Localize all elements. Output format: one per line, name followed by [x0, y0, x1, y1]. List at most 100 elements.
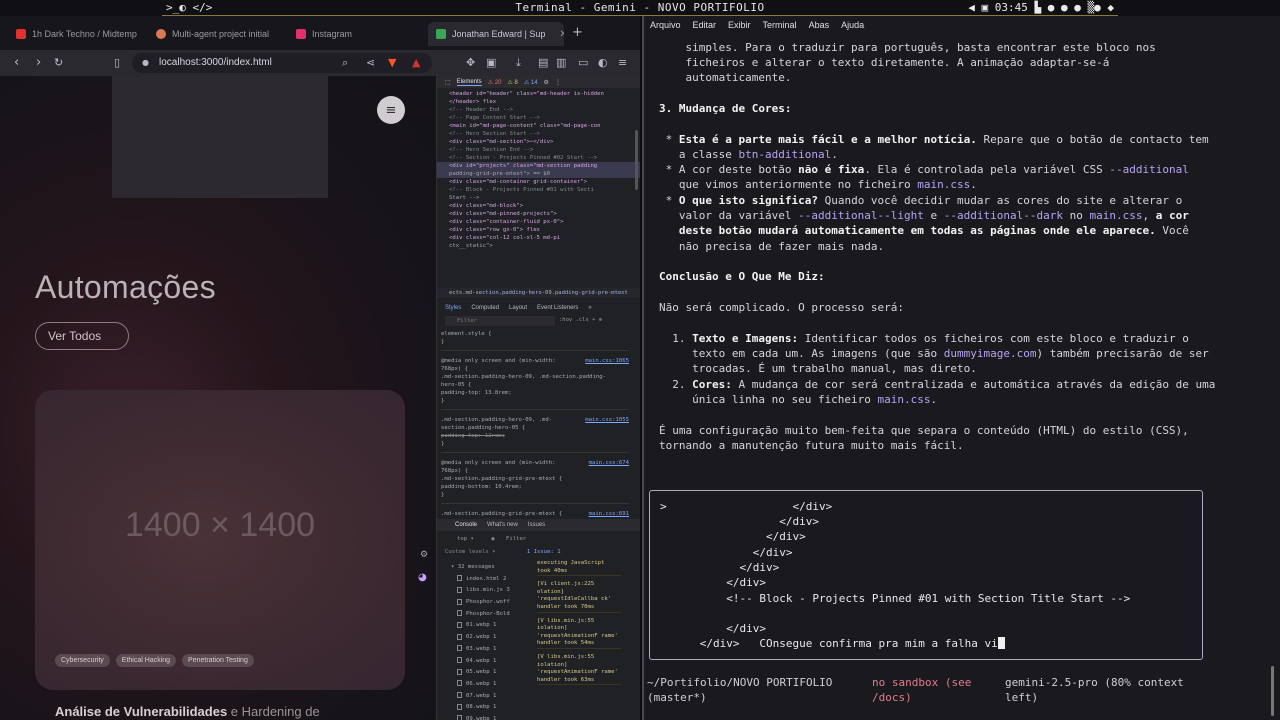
console-filter-input[interactable]: Filter — [506, 536, 526, 542]
prompt-input-line[interactable]: <!-- Block - Projects Pinned #01 with Se… — [660, 591, 1130, 606]
tab-elements[interactable]: Elements — [456, 79, 482, 86]
download-icon[interactable]: ⤓ — [516, 56, 521, 70]
dom-node-line[interactable]: <div class="md-pinned-projects"> — [437, 210, 640, 218]
warning-count-badge[interactable]: ⚠ 8 — [507, 79, 517, 86]
styles-filter-input[interactable]: Filter — [445, 316, 555, 326]
console-sidebar[interactable]: ▾ 32 messages index.html 2 libs.min.js 3 Ph… — [451, 562, 535, 720]
prompt-input-line[interactable]: </div> — [660, 545, 793, 560]
console-file-item[interactable]: 03.webp 1 — [451, 644, 535, 656]
rewards-icon[interactable]: ▲ — [412, 56, 420, 69]
dom-node-line[interactable]: ctx__static"> — [437, 242, 640, 250]
info-count-badge[interactable]: ⚠ 14 — [524, 79, 538, 86]
console-file-item[interactable]: libs.min.js 3 — [451, 585, 535, 597]
screenshot-icon[interactable]: ▣ — [486, 56, 496, 69]
dom-node-line[interactable]: <div class="md-section">⋯</div> — [437, 138, 640, 146]
browser-tab-instagram[interactable]: Instagram — [288, 22, 422, 46]
forward-icon[interactable]: › — [36, 55, 41, 70]
close-tab-icon[interactable]: ✕ — [559, 29, 564, 40]
messages-count[interactable]: ▾ 32 messages — [451, 562, 535, 574]
error-count-badge[interactable]: ⚠ 20 — [488, 79, 502, 86]
sidebar-toggle-icon[interactable]: ▥ — [556, 56, 566, 69]
wallet-icon[interactable]: ▤ — [538, 56, 548, 69]
styles-filter-tools[interactable]: :hov .cls + ⊕ — [559, 317, 602, 323]
console-file-item[interactable]: 01.webp 1 — [451, 620, 535, 632]
browser-tab-active[interactable]: Jonathan Edward | Sup ✕ — [428, 22, 564, 46]
more-options-icon[interactable]: ⋮ — [555, 79, 561, 86]
devtools-side-icon[interactable]: ⚙ — [420, 550, 428, 560]
browser-tab-youtube[interactable]: 1h Dark Techno / Midtemp — [8, 22, 142, 46]
prompt-input-line[interactable]: </div> — [660, 560, 779, 575]
css-source-link[interactable]: main.css:691 — [589, 510, 629, 518]
project-card-image[interactable]: 1400 × 1400 — [35, 390, 405, 690]
dom-node-line[interactable]: <div class="md-block"> — [437, 202, 640, 210]
prompt-input-line[interactable]: </div> COnsegue confirma pra mim a falha… — [660, 636, 1005, 651]
menu-ajuda[interactable]: Ajuda — [841, 20, 864, 38]
tag-chip[interactable]: Ethical Hacking — [115, 654, 177, 667]
console-file-item[interactable]: 08.webp 1 — [451, 702, 535, 714]
menu-abas[interactable]: Abas — [809, 20, 830, 38]
issues-count[interactable]: 1 Issue: 1 — [527, 549, 561, 555]
back-icon[interactable]: ‹ — [14, 55, 19, 70]
dom-tree[interactable]: <header id="header" class="md-header is-… — [437, 90, 640, 250]
tab-whats-new[interactable]: What's new — [487, 522, 518, 528]
dom-node-line[interactable]: <!-- Section - Projects Pinned #02 Start… — [437, 154, 640, 162]
css-rule[interactable]: element.style {} — [441, 330, 629, 351]
dom-node-line[interactable]: <div class="container-fluid px-0"> — [437, 218, 640, 226]
bookmark-icon[interactable]: ▯ — [114, 56, 120, 69]
tag-chip[interactable]: Cybersecurity — [55, 654, 110, 667]
tab-computed[interactable]: Computed — [471, 305, 499, 311]
tab-issues[interactable]: Issues — [528, 522, 545, 528]
browser-menu-icon[interactable]: ≡ — [618, 56, 627, 69]
console-file-item[interactable]: 05.webp 1 — [451, 667, 535, 679]
css-source-link[interactable]: main.css:674 — [589, 459, 629, 467]
dom-node-line[interactable]: </header> flex — [437, 98, 640, 106]
console-file-item[interactable]: 06.webp 1 — [451, 679, 535, 691]
share-icon[interactable]: ⋖ — [366, 56, 375, 69]
site-info-icon[interactable]: ● — [142, 58, 149, 67]
view-all-button[interactable]: Ver Todos — [35, 322, 129, 350]
inspect-icon[interactable]: ⬚ — [445, 79, 451, 86]
dom-node-line[interactable]: padding-grid-pre-mtext"> == $0 — [437, 170, 640, 178]
brave-shield-icon[interactable]: ▼ — [388, 56, 396, 69]
new-tab-button[interactable]: + — [572, 25, 583, 40]
css-rule[interactable]: main.css:1055 .md-section.padding-hero-09… — [441, 416, 629, 453]
dom-node-line[interactable]: <div class="row gx-0"> flex — [437, 226, 640, 234]
settings-gear-icon[interactable]: ⚙ — [544, 79, 549, 86]
tab-styles[interactable]: Styles — [445, 305, 461, 311]
prompt-input-line[interactable]: </div> — [660, 621, 766, 636]
dom-node-line[interactable]: <!-- Header End --> — [437, 106, 640, 114]
dom-node-line[interactable]: <div class="md-container grid-container"… — [437, 178, 640, 186]
dom-node-line[interactable]: <header id="header" class="md-header is-… — [437, 90, 640, 98]
tab-more[interactable]: » — [588, 305, 591, 311]
menu-editar[interactable]: Editar — [693, 20, 717, 38]
console-file-item[interactable]: Phosphor.woff — [451, 597, 535, 609]
dom-node-line[interactable]: <!-- Page Content Start --> — [437, 114, 640, 122]
vpn-icon[interactable]: ◐ — [598, 56, 608, 69]
system-tray[interactable]: ◀ ▣ 03:45 ▙ ● ● ● ▒● ◆ — [968, 1, 1114, 14]
console-file-item[interactable]: index.html 2 — [451, 574, 535, 586]
hamburger-menu-icon[interactable]: ≡ — [377, 96, 405, 124]
dom-node-line[interactable]: <!-- Block - Projects Pinned #01 with Se… — [437, 186, 640, 194]
css-source-link[interactable]: main.css:1065 — [585, 357, 629, 365]
prompt-input-line[interactable]: </div> — [660, 514, 819, 529]
prompt-input-line[interactable]: </div> — [660, 529, 806, 544]
dom-breadcrumb[interactable]: ects.md-section.padding-hero-09.padding-… — [437, 288, 640, 298]
eye-icon[interactable]: ◉ — [491, 536, 494, 542]
css-rule[interactable]: main.css:674 @media only screen and (min-… — [441, 459, 629, 504]
dom-node-line[interactable]: <div id="projects" class="md-section pad… — [437, 162, 640, 170]
console-file-item[interactable]: 09.webp 1 — [451, 714, 535, 720]
css-source-link[interactable]: main.css:1055 — [585, 416, 629, 424]
dom-node-line[interactable]: <!-- Hero Section Start --> — [437, 130, 640, 138]
tab-event-listeners[interactable]: Event Listeners — [537, 305, 578, 311]
project-card-title[interactable]: Análise de Vulnerabilidades e Hardening … — [55, 704, 320, 719]
menu-exibir[interactable]: Exibir — [728, 20, 751, 38]
menu-terminal[interactable]: Terminal — [763, 20, 797, 38]
console-context-select[interactable]: top ▾ — [457, 536, 474, 542]
dom-node-line[interactable]: <main id="md-page-content" class="md-pag… — [437, 122, 640, 130]
tab-console[interactable]: Console — [455, 522, 477, 528]
console-file-item[interactable]: 04.webp 1 — [451, 656, 535, 668]
tab-layout[interactable]: Layout — [509, 305, 527, 311]
terminal-scrollbar[interactable] — [1271, 666, 1274, 716]
url-text[interactable]: localhost:3000/index.html — [159, 57, 272, 68]
discord-icon[interactable]: ◕ — [418, 572, 427, 583]
